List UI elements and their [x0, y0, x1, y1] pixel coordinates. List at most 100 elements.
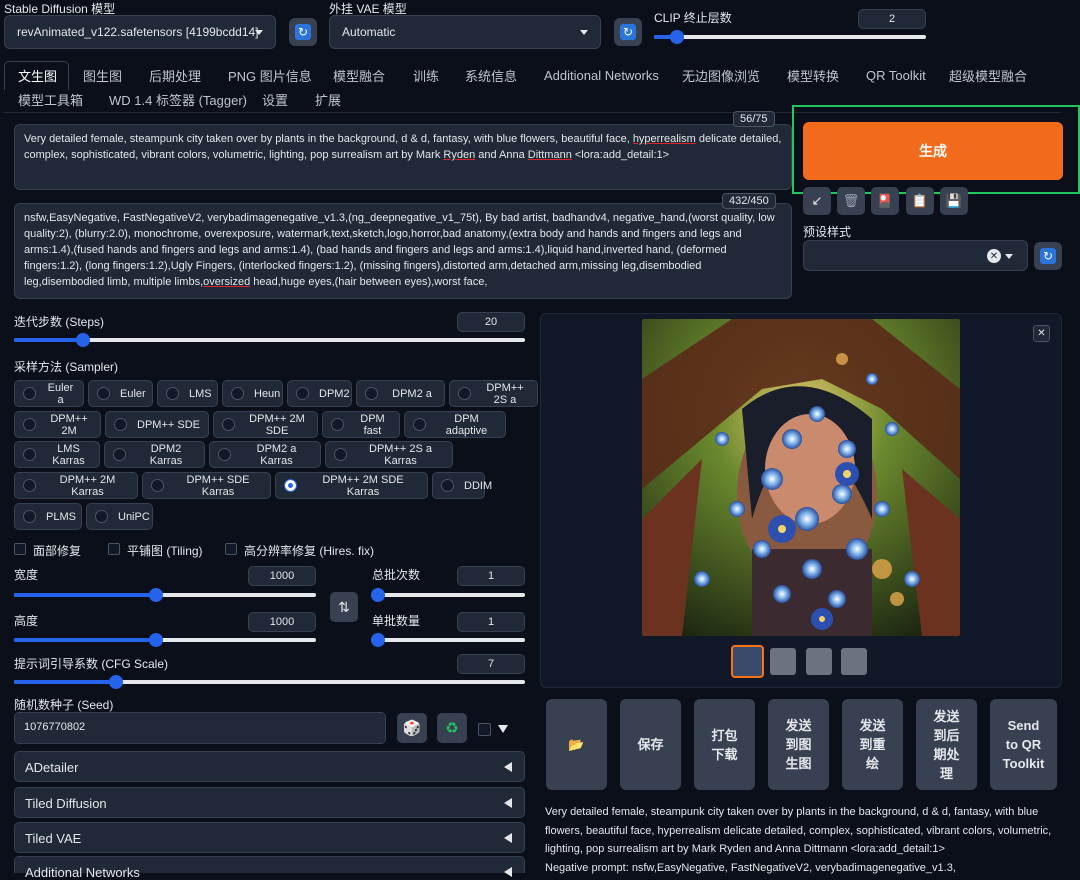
slider-thumb[interactable]: [371, 588, 385, 602]
slider-thumb[interactable]: [109, 675, 124, 689]
tab-1[interactable]: 图生图: [83, 62, 122, 88]
extra-networks-button[interactable]: 🎴: [871, 187, 899, 215]
save-style-button[interactable]: 💾: [940, 187, 968, 215]
batch-size-slider[interactable]: [371, 633, 525, 647]
random-seed-button[interactable]: 🎲: [397, 713, 427, 743]
sampler-option[interactable]: DPM++ 2S a Karras: [325, 441, 453, 468]
clear-prompt-button[interactable]: 🗑: [837, 187, 865, 215]
tab-10[interactable]: QR Toolkit: [866, 62, 926, 88]
hires-fix-checkbox[interactable]: [225, 543, 237, 555]
read-params-button[interactable]: ↙: [803, 187, 831, 215]
accordion-additional-networks[interactable]: Additional Networks: [14, 856, 525, 880]
batch-size-input[interactable]: 1: [457, 612, 525, 632]
negative-prompt-textarea[interactable]: nsfw,EasyNegative, FastNegativeV2, veryb…: [14, 203, 792, 299]
sampler-option[interactable]: Euler a: [14, 380, 84, 407]
sampler-option[interactable]: DPM adaptive: [404, 411, 506, 438]
clip-slider[interactable]: [654, 30, 926, 44]
sampler-option[interactable]: DPM2 Karras: [104, 441, 205, 468]
generated-image[interactable]: [642, 319, 960, 636]
seed-input[interactable]: 1076770802: [14, 712, 386, 744]
width-slider[interactable]: [14, 588, 316, 602]
tiling-checkbox[interactable]: [108, 543, 120, 555]
tab-4[interactable]: 模型融合: [333, 62, 385, 88]
sampler-option[interactable]: DPM++ 2M: [14, 411, 101, 438]
save-button[interactable]: 保存: [620, 699, 681, 790]
sampler-option[interactable]: DPM++ 2M SDE: [213, 411, 318, 438]
sampler-option[interactable]: DPM++ 2M Karras: [14, 472, 138, 499]
sampler-option[interactable]: DPM++ 2S a: [449, 380, 538, 407]
sampler-option[interactable]: PLMS: [14, 503, 82, 530]
sd-model-dropdown[interactable]: revAnimated_v122.safetensors [4199bcdd14…: [4, 15, 276, 49]
face-restore-checkbox[interactable]: [14, 543, 26, 555]
height-slider[interactable]: [14, 633, 316, 647]
styles-dropdown[interactable]: ✕: [803, 240, 1028, 271]
thumbnail[interactable]: [770, 648, 796, 675]
send-to-img2img-button[interactable]: 发送到图生图: [768, 699, 829, 790]
sampler-option[interactable]: DPM++ 2M SDE Karras: [275, 472, 428, 499]
sampler-option[interactable]: DDIM: [432, 472, 492, 499]
open-folder-button[interactable]: 📂: [546, 699, 607, 790]
steps-slider[interactable]: [14, 333, 525, 347]
sampler-option[interactable]: DPM++ SDE Karras: [142, 472, 271, 499]
tab-row2-0[interactable]: 模型工具箱: [18, 90, 83, 112]
sampler-option[interactable]: LMS: [157, 380, 218, 407]
tab-7[interactable]: Additional Networks: [544, 62, 659, 88]
tab-2[interactable]: 后期处理: [149, 62, 201, 88]
zip-download-button[interactable]: 打包下载: [694, 699, 755, 790]
sampler-option[interactable]: Euler: [88, 380, 153, 407]
sampler-option[interactable]: LMS Karras: [14, 441, 100, 468]
thumbnail[interactable]: [806, 648, 832, 675]
slider-thumb[interactable]: [669, 30, 684, 44]
batch-count-slider[interactable]: [371, 588, 525, 602]
prompt-textarea[interactable]: Very detailed female, steampunk city tak…: [14, 124, 792, 190]
send-to-qr-toolkit-button[interactable]: Send to QR Toolkit: [990, 699, 1057, 790]
tab-5[interactable]: 训练: [413, 62, 439, 88]
accordion-adetailer[interactable]: ADetailer: [14, 751, 525, 782]
tab-11[interactable]: 超级模型融合: [949, 62, 1027, 88]
refresh-vae-button[interactable]: ↻: [614, 18, 642, 46]
refresh-styles-button[interactable]: ↻: [1034, 242, 1062, 270]
width-input[interactable]: 1000: [248, 566, 316, 586]
swap-dimensions-button[interactable]: ⇅: [330, 592, 358, 622]
slider-thumb[interactable]: [371, 633, 385, 647]
batch-count-input[interactable]: 1: [457, 566, 525, 586]
sampler-option[interactable]: DPM fast: [322, 411, 400, 438]
tab-0[interactable]: 文生图: [18, 62, 57, 88]
send-to-extras-button[interactable]: 发送到后期处理: [916, 699, 977, 790]
refresh-sd-model-button[interactable]: ↻: [289, 18, 317, 46]
steps-input[interactable]: 20: [457, 312, 525, 332]
thumbnail[interactable]: [841, 648, 867, 675]
sampler-option[interactable]: UniPC: [86, 503, 153, 530]
slider-thumb[interactable]: [148, 633, 163, 647]
tab-3[interactable]: PNG 图片信息: [228, 62, 312, 88]
cfg-input[interactable]: 7: [457, 654, 525, 674]
tab-9[interactable]: 模型转换: [787, 62, 839, 88]
tab-row2-3[interactable]: 扩展: [315, 90, 341, 112]
sampler-option[interactable]: DPM2: [287, 380, 352, 407]
slider-thumb[interactable]: [148, 588, 163, 602]
sampler-option[interactable]: DPM2 a: [356, 380, 445, 407]
tab-8[interactable]: 无边图像浏览: [682, 62, 760, 88]
extra-seed-checkbox[interactable]: [478, 723, 491, 736]
height-input[interactable]: 1000: [248, 612, 316, 632]
slider-thumb[interactable]: [75, 333, 90, 347]
clear-icon[interactable]: ✕: [987, 249, 1001, 263]
sampler-option[interactable]: DPM2 a Karras: [209, 441, 321, 468]
clip-value-input[interactable]: 2: [858, 9, 926, 29]
close-preview-button[interactable]: ✕: [1033, 325, 1050, 342]
vae-dropdown[interactable]: Automatic: [329, 15, 601, 49]
sampler-option[interactable]: Heun: [222, 380, 283, 407]
tab-row2-2[interactable]: 设置: [262, 90, 288, 112]
cfg-slider[interactable]: [14, 675, 525, 689]
tab-row2-1[interactable]: WD 1.4 标签器 (Tagger): [109, 90, 247, 112]
generate-button[interactable]: 生成: [803, 122, 1063, 180]
reuse-seed-button[interactable]: ♻: [437, 713, 467, 743]
accordion-tiled-diffusion[interactable]: Tiled Diffusion: [14, 787, 525, 818]
thumbnail-selected[interactable]: [731, 645, 764, 678]
sampler-option[interactable]: DPM++ SDE: [105, 411, 209, 438]
accordion-tiled-vae[interactable]: Tiled VAE: [14, 822, 525, 853]
apply-style-button[interactable]: 📋: [906, 187, 934, 215]
tab-6[interactable]: 系统信息: [465, 62, 517, 88]
send-to-inpaint-button[interactable]: 发送到重绘: [842, 699, 903, 790]
expand-triangle-icon[interactable]: [498, 725, 508, 733]
